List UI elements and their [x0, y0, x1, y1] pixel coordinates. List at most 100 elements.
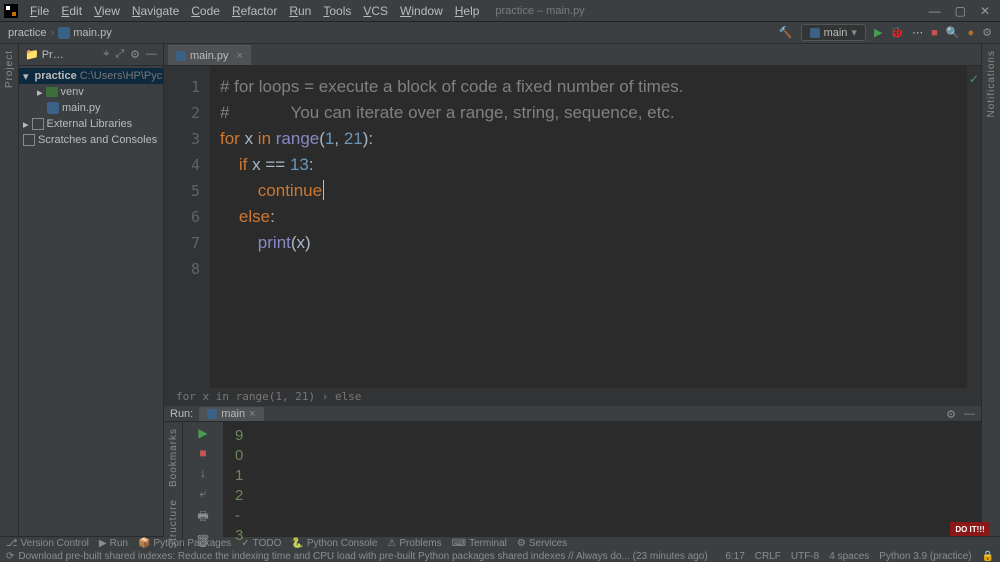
status-eol[interactable]: CRLF	[755, 551, 781, 562]
stop-button[interactable]: ■	[199, 446, 206, 460]
menu-code[interactable]: Code	[185, 4, 226, 18]
rerun-button[interactable]: ▶	[198, 426, 207, 440]
crumb-file[interactable]: main.py	[73, 27, 112, 39]
python-file-icon	[207, 409, 217, 419]
minimize-button[interactable]: —	[929, 4, 941, 18]
status-indent[interactable]: 4 spaces	[829, 551, 869, 562]
editor-tab-mainpy[interactable]: main.py ×	[168, 45, 251, 65]
status-message[interactable]: Download pre-built shared indexes: Reduc…	[18, 551, 707, 562]
bottom-tool-todo[interactable]: ✓ TODO	[241, 538, 281, 549]
status-caret-pos[interactable]: 6:17	[725, 551, 744, 562]
window-title: practice – main.py	[495, 5, 584, 17]
console-output[interactable]: 9012-3	[223, 422, 981, 550]
close-tab-icon[interactable]: ×	[237, 50, 243, 62]
search-everywhere-button[interactable]: 🔍	[946, 26, 960, 39]
python-file-icon	[58, 27, 70, 39]
bottom-tool-python-console[interactable]: 🐍 Python Console	[291, 538, 377, 549]
select-opened-icon[interactable]: ⌖	[103, 48, 109, 61]
tool-icon: ✓	[241, 538, 249, 549]
print-icon[interactable]: 🖶	[197, 507, 208, 528]
run-panel-title: Run:	[170, 408, 193, 420]
rail-bookmarks[interactable]: Bookmarks	[168, 428, 179, 487]
tree-mainpy[interactable]: main.py	[19, 100, 163, 116]
python-file-icon	[176, 51, 186, 61]
more-run-options[interactable]: ⋯	[912, 26, 923, 39]
inspection-ok-icon: ✓	[969, 72, 979, 86]
menu-file[interactable]: File	[24, 4, 55, 18]
project-tree[interactable]: ▾ practice C:\Users\HP\Pych ▸ venv main.…	[19, 66, 163, 150]
run-configuration-selector[interactable]: main ▾	[801, 24, 866, 41]
bottom-tool-run[interactable]: ▶ Run	[99, 538, 128, 549]
editor-overview-ruler[interactable]: ✓	[967, 66, 981, 388]
left-tool-rail: Project	[0, 44, 19, 536]
menu-run[interactable]: Run	[283, 4, 317, 18]
right-tool-rail: Notifications	[981, 44, 1000, 536]
menu-refactor[interactable]: Refactor	[226, 4, 283, 18]
tree-venv-label: venv	[61, 86, 84, 98]
status-lock-icon[interactable]: 🔒	[982, 551, 994, 562]
project-panel-header: 📁 Pr… ⌖ ⤢ ⚙ —	[19, 44, 163, 66]
close-button[interactable]: ✕	[980, 4, 990, 18]
editor-area: main.py × 12345678 # for loops = execute…	[164, 44, 981, 536]
menu-bar: FileEditViewNavigateCodeRefactorRunTools…	[0, 0, 1000, 22]
run-tool-window: Run: main × ⚙ — Bookmarks Structure ▶	[164, 406, 981, 536]
tree-venv[interactable]: ▸ venv	[19, 84, 163, 100]
run-tab[interactable]: main ×	[199, 407, 263, 421]
tool-icon: 📦	[138, 538, 150, 549]
app-logo-icon	[4, 4, 18, 18]
menu-edit[interactable]: Edit	[55, 4, 88, 18]
chevron-down-icon: ▾	[851, 26, 857, 39]
soft-wrap-icon[interactable]: ⤶	[200, 486, 207, 501]
code-breadcrumb[interactable]: for x in range(1, 21) › else	[164, 388, 981, 406]
scratch-icon	[23, 134, 35, 146]
menu-vcs[interactable]: VCS	[357, 4, 394, 18]
bottom-tool-terminal[interactable]: ⌨ Terminal	[452, 538, 507, 549]
rail-structure[interactable]: Structure	[168, 499, 179, 549]
code-editor[interactable]: # for loops = execute a block of code a …	[210, 66, 967, 388]
chevron-right-icon: ▸	[37, 86, 43, 99]
status-encoding[interactable]: UTF-8	[791, 551, 819, 562]
stop-button[interactable]: ■	[931, 27, 938, 39]
project-tool-window: 📁 Pr… ⌖ ⤢ ⚙ — ▾ practice C:\Users\HP\Pyc…	[19, 44, 164, 536]
build-hammer-icon[interactable]: 🔨	[779, 26, 793, 39]
tree-scratch-label: Scratches and Consoles	[38, 134, 157, 146]
expand-all-icon[interactable]: ⤢	[115, 48, 124, 61]
line-gutter[interactable]: 12345678	[164, 66, 210, 388]
status-indexing-icon[interactable]: ⟳	[6, 551, 14, 562]
navigation-bar: practice › main.py 🔨 main ▾ ▶ 🐞 ⋯ ■ 🔍 ● …	[0, 22, 1000, 44]
python-file-icon	[47, 102, 59, 114]
project-panel-title: Pr…	[42, 49, 64, 61]
debug-button[interactable]: 🐞	[890, 26, 904, 39]
bottom-tool-python-packages[interactable]: 📦 Python Packages	[138, 538, 231, 549]
close-tab-icon[interactable]: ×	[249, 408, 255, 420]
tree-root[interactable]: ▾ practice C:\Users\HP\Pych	[19, 68, 163, 84]
menu-view[interactable]: View	[88, 4, 126, 18]
tree-external-libraries[interactable]: ▸ External Libraries	[19, 116, 163, 132]
scroll-to-end-icon[interactable]: ↓	[200, 466, 206, 480]
menu-navigate[interactable]: Navigate	[126, 4, 185, 18]
rail-notifications[interactable]: Notifications	[986, 50, 997, 117]
rail-project[interactable]: Project	[4, 50, 15, 88]
hide-panel-icon[interactable]: —	[964, 408, 975, 421]
menu-help[interactable]: Help	[449, 4, 486, 18]
menu-window[interactable]: Window	[394, 4, 449, 18]
bottom-tool-problems[interactable]: ⚠ Problems	[387, 538, 441, 549]
bottom-tool-services[interactable]: ⚙ Services	[517, 538, 567, 549]
maximize-button[interactable]: ▢	[955, 4, 966, 18]
bottom-tool-version-control[interactable]: ⎇ Version Control	[6, 538, 89, 549]
run-config-label: main	[824, 27, 848, 39]
crumb-project[interactable]: practice	[8, 27, 47, 39]
tree-scratches[interactable]: Scratches and Consoles	[19, 132, 163, 148]
hide-panel-icon[interactable]: —	[146, 48, 157, 61]
tool-icon: ⚙	[517, 538, 526, 549]
ide-updates-icon[interactable]: ●	[967, 27, 974, 39]
status-interpreter[interactable]: Python 3.9 (practice)	[879, 551, 971, 562]
library-icon	[32, 118, 44, 130]
settings-gear-icon[interactable]: ⚙	[130, 48, 140, 61]
folder-icon: 📁	[25, 48, 39, 61]
chevron-right-icon: ›	[51, 27, 55, 39]
menu-tools[interactable]: Tools	[317, 4, 357, 18]
run-button[interactable]: ▶	[874, 26, 882, 39]
settings-gear-icon[interactable]: ⚙	[982, 26, 992, 39]
run-settings-gear-icon[interactable]: ⚙	[946, 408, 956, 421]
